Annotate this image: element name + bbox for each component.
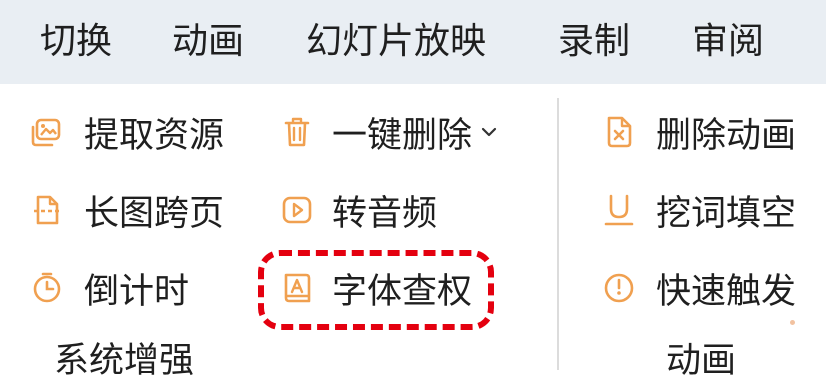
tab-record[interactable]: 录制	[558, 0, 630, 84]
countdown-button[interactable]: 倒计时	[30, 264, 189, 312]
audio-button[interactable]: 转音频	[280, 186, 437, 234]
long-image-page-button[interactable]: 长图跨页	[30, 186, 224, 234]
tab-transition[interactable]: 切换	[40, 0, 112, 84]
underline-icon	[604, 194, 634, 226]
highlight-box	[258, 250, 494, 330]
cloze-fill-label: 挖词填空	[656, 193, 797, 234]
tab-animation[interactable]: 动画	[172, 0, 244, 84]
extract-resources-label: 提取资源	[84, 115, 225, 156]
image-extract-icon	[31, 118, 61, 147]
play-icon	[282, 196, 312, 224]
delete-animation-label: 删除动画	[656, 115, 797, 156]
cloze-fill-button[interactable]: 挖词填空	[602, 186, 796, 234]
group-divider	[557, 98, 559, 370]
group-label-system-enhance: 系统增强	[54, 341, 195, 381]
extract-resources-button[interactable]: 提取资源	[30, 108, 224, 156]
trash-icon	[284, 117, 310, 147]
timer-icon	[33, 272, 61, 303]
one-click-delete-button[interactable]: 一键删除	[280, 108, 498, 156]
chevron-down-icon[interactable]	[480, 123, 498, 141]
audio-label: 转音频	[332, 193, 438, 234]
ribbon-tab-bar: 切换 动画 幻灯片放映 录制 审阅	[0, 0, 826, 84]
tab-review[interactable]: 审阅	[692, 0, 764, 84]
quick-trigger-label: 快速触发	[656, 271, 797, 312]
countdown-label: 倒计时	[84, 271, 190, 312]
quick-trigger-label-line2: 动画	[666, 341, 737, 381]
file-x-icon	[607, 116, 632, 148]
delete-animation-button[interactable]: 删除动画	[602, 108, 796, 156]
long-image-icon	[34, 195, 60, 225]
long-image-page-label: 长图跨页	[84, 193, 225, 234]
one-click-delete-label: 一键删除	[332, 115, 473, 156]
clock-icon	[604, 273, 634, 303]
quick-trigger-button[interactable]: 快速触发	[602, 264, 796, 312]
tab-slideshow[interactable]: 幻灯片放映	[306, 0, 486, 84]
decorative-dot	[790, 320, 795, 325]
